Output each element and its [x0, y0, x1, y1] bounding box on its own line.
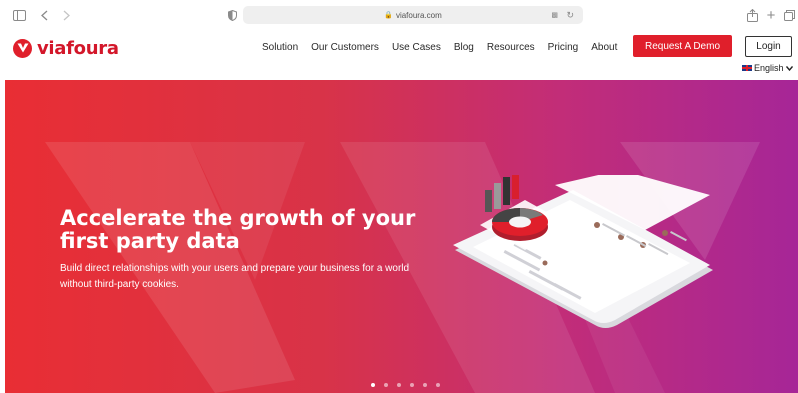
headline-bold-1: Accelerate the growth: [60, 206, 324, 230]
headline-bold-2: first party data: [60, 229, 240, 253]
nav-about[interactable]: About: [591, 42, 617, 53]
nav-our-customers[interactable]: Our Customers: [311, 42, 379, 53]
carousel-dots: [371, 383, 440, 387]
carousel-dot[interactable]: [410, 383, 414, 387]
viafoura-logo-icon: [13, 38, 32, 58]
viafoura-logo[interactable]: viafoura: [13, 37, 119, 59]
nav-use-cases[interactable]: Use Cases: [392, 42, 441, 53]
main-nav: Solution Our Customers Use Cases Blog Re…: [262, 40, 630, 54]
lock-icon: 🔒: [384, 12, 393, 19]
carousel-dot[interactable]: [423, 383, 427, 387]
new-tab-icon[interactable]: +: [765, 6, 777, 24]
reload-icon[interactable]: ↻: [566, 10, 574, 21]
logo-text: viafoura: [37, 37, 119, 59]
hero-banner: Accelerate the growth of your first part…: [5, 80, 798, 393]
share-icon[interactable]: [745, 6, 759, 24]
privacy-shield-icon[interactable]: [226, 6, 238, 24]
url-text: viafoura.com: [395, 10, 442, 20]
language-selector[interactable]: English: [742, 63, 793, 73]
carousel-dot[interactable]: [397, 383, 401, 387]
hero-subtitle: Build direct relationships with your use…: [60, 263, 410, 290]
dashboard-illustration: [453, 175, 713, 328]
browser-toolbar: 🔒 viafoura.com ▩ ↻ +: [0, 0, 798, 30]
request-demo-button[interactable]: Request A Demo: [633, 35, 732, 57]
carousel-dot[interactable]: [371, 383, 375, 387]
site-header: viafoura Solution Our Customers Use Case…: [0, 30, 798, 80]
uk-flag-icon: [742, 65, 752, 71]
forward-icon[interactable]: [60, 6, 72, 24]
address-bar[interactable]: 🔒 viafoura.com ▩ ↻: [243, 6, 583, 24]
nav-resources[interactable]: Resources: [487, 42, 535, 53]
headline-regular: of your: [323, 206, 416, 230]
nav-pricing[interactable]: Pricing: [548, 42, 579, 53]
carousel-dot[interactable]: [436, 383, 440, 387]
back-icon[interactable]: [38, 6, 50, 24]
carousel-dot[interactable]: [384, 383, 388, 387]
tab-overview-icon[interactable]: [783, 6, 795, 24]
language-label: English: [754, 63, 784, 73]
sidebar-toggle-icon[interactable]: [12, 6, 26, 24]
hero-headline: Accelerate the growth of your first part…: [60, 207, 440, 253]
chevron-down-icon: [785, 63, 793, 73]
nav-blog[interactable]: Blog: [454, 42, 474, 53]
nav-solution[interactable]: Solution: [262, 42, 298, 53]
translate-icon[interactable]: ▩: [551, 11, 558, 19]
login-button[interactable]: Login: [745, 36, 792, 57]
